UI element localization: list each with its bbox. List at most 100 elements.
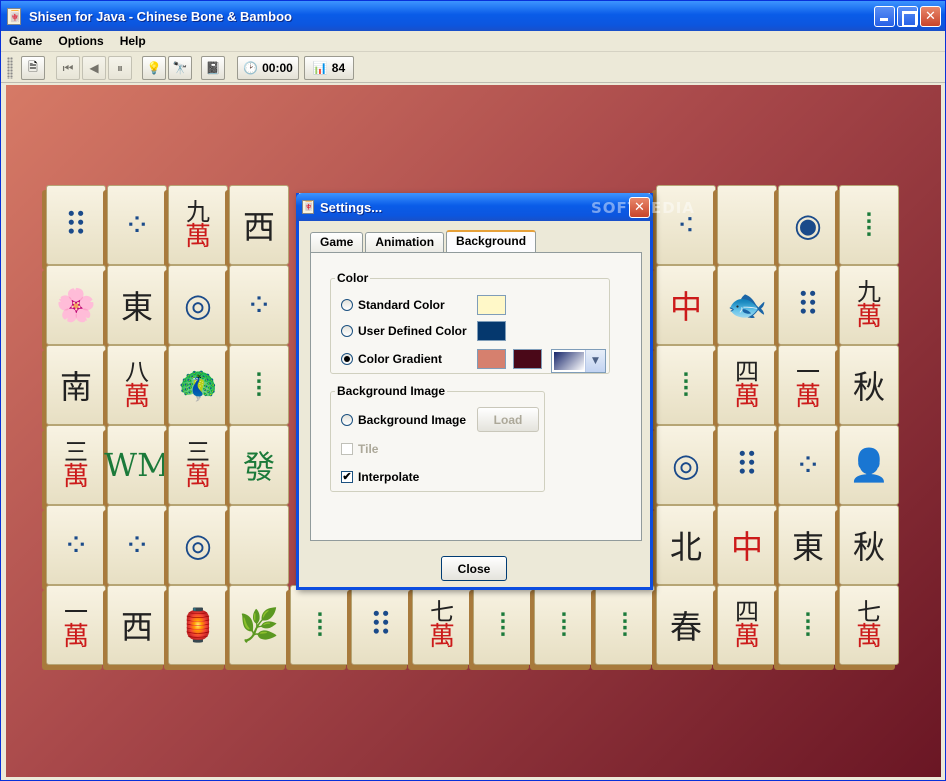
- user-color-option[interactable]: User Defined Color: [341, 324, 467, 338]
- mahjong-tile[interactable]: ⦙: [656, 345, 716, 425]
- mahjong-tile[interactable]: ⁘: [107, 185, 167, 265]
- mahjong-tile[interactable]: 中: [656, 265, 716, 345]
- gradient-color-1-swatch[interactable]: [477, 349, 506, 369]
- mahjong-tile[interactable]: ⁖: [656, 185, 716, 265]
- interpolate-checkbox[interactable]: ✔: [341, 471, 353, 483]
- mahjong-tile[interactable]: 三萬: [46, 425, 106, 505]
- mahjong-tile[interactable]: 九萬: [168, 185, 228, 265]
- mahjong-tile[interactable]: WM: [104, 425, 170, 505]
- background-image-option[interactable]: Background Image: [341, 413, 466, 427]
- mahjong-tile[interactable]: ⠿: [778, 265, 838, 345]
- gradient-radio[interactable]: [341, 353, 353, 365]
- scores-button[interactable]: 📓: [201, 56, 225, 80]
- mahjong-tile[interactable]: 東: [107, 265, 167, 345]
- mahjong-tile[interactable]: ⁘: [46, 505, 106, 585]
- mahjong-tile[interactable]: 三萬: [168, 425, 228, 505]
- tile-number: 七: [430, 598, 454, 626]
- mahjong-tile[interactable]: 北: [656, 505, 716, 585]
- toolbar-grip[interactable]: [7, 57, 13, 79]
- mahjong-tile[interactable]: 中: [717, 505, 777, 585]
- mahjong-tile[interactable]: 一萬: [46, 585, 106, 665]
- mahjong-tile[interactable]: [717, 185, 777, 265]
- user-color-radio[interactable]: [341, 325, 353, 337]
- undo-all-button[interactable]: ⏮: [56, 56, 80, 80]
- chevron-down-icon[interactable]: ▼: [585, 350, 605, 372]
- mahjong-tile[interactable]: 七萬: [412, 585, 472, 665]
- mahjong-tile[interactable]: ⠿: [351, 585, 411, 665]
- mahjong-tile[interactable]: 👤: [839, 425, 899, 505]
- hint-button[interactable]: 💡: [142, 56, 166, 80]
- mahjong-tile[interactable]: ⦙: [534, 585, 594, 665]
- new-game-button[interactable]: 🗎: [21, 56, 45, 80]
- mahjong-tile[interactable]: ⁘: [778, 425, 838, 505]
- standard-color-radio[interactable]: [341, 299, 353, 311]
- tab-game[interactable]: Game: [310, 232, 364, 252]
- close-window-button[interactable]: ✕: [920, 6, 941, 27]
- mahjong-tile[interactable]: ⦙: [290, 585, 350, 665]
- mahjong-tile[interactable]: ⦙: [839, 185, 899, 265]
- mahjong-tile[interactable]: 🌿: [229, 585, 289, 665]
- mahjong-tile[interactable]: 🐟: [717, 265, 777, 345]
- menu-game[interactable]: Game: [1, 34, 50, 48]
- mahjong-tile[interactable]: 東: [778, 505, 838, 585]
- mahjong-tile[interactable]: ⦙: [229, 345, 289, 425]
- gradient-direction-select[interactable]: ▼: [551, 349, 606, 373]
- mahjong-tile[interactable]: 一萬: [778, 345, 838, 425]
- mahjong-tile[interactable]: 西: [229, 185, 289, 265]
- gradient-option[interactable]: Color Gradient: [341, 352, 442, 366]
- mahjong-tile[interactable]: ◉: [778, 185, 838, 265]
- mahjong-tile[interactable]: 春: [656, 585, 716, 665]
- mahjong-tile[interactable]: 西: [107, 585, 167, 665]
- tile-option[interactable]: Tile: [341, 442, 378, 456]
- mahjong-tile[interactable]: 八萬: [107, 345, 167, 425]
- find-button[interactable]: 🔭: [168, 56, 192, 80]
- mahjong-tile[interactable]: ⦙: [778, 585, 838, 665]
- mahjong-tile[interactable]: 七萬: [839, 585, 899, 665]
- mahjong-tile[interactable]: 發: [229, 425, 289, 505]
- tiles-left-value: 84: [331, 61, 346, 75]
- interpolate-option[interactable]: ✔ Interpolate: [341, 470, 419, 484]
- standard-color-swatch[interactable]: [477, 295, 506, 315]
- mahjong-tile[interactable]: ◎: [656, 425, 716, 505]
- mahjong-tile[interactable]: ⁘: [107, 505, 167, 585]
- close-button[interactable]: Close: [441, 556, 507, 581]
- mahjong-tile[interactable]: ⠿: [717, 425, 777, 505]
- standard-color-option[interactable]: Standard Color: [341, 298, 445, 312]
- mahjong-tile[interactable]: 🌸: [46, 265, 106, 345]
- mahjong-tile[interactable]: 秋: [839, 345, 899, 425]
- tile-checkbox[interactable]: [341, 443, 353, 455]
- title-bar[interactable]: 🀄 Shisen for Java - Chinese Bone & Bambo…: [1, 1, 945, 31]
- mahjong-tile[interactable]: 南: [46, 345, 106, 425]
- pause-button[interactable]: ⏸: [108, 56, 132, 80]
- mahjong-tile[interactable]: 🏮: [168, 585, 228, 665]
- close-icon: ✕: [925, 9, 936, 24]
- binoculars-icon: 🔭: [172, 61, 188, 75]
- mahjong-tile[interactable]: ⦙: [473, 585, 533, 665]
- mahjong-tile[interactable]: ◎: [168, 265, 228, 345]
- mahjong-tile[interactable]: 四萬: [717, 585, 777, 665]
- undo-button[interactable]: ◀: [82, 56, 106, 80]
- mahjong-tile[interactable]: 九萬: [839, 265, 899, 345]
- mahjong-tile[interactable]: ◎: [168, 505, 228, 585]
- background-image-radio[interactable]: [341, 414, 353, 426]
- menu-help[interactable]: Help: [112, 34, 154, 48]
- maximize-button[interactable]: [897, 6, 918, 27]
- tab-background[interactable]: Background: [446, 230, 537, 252]
- minimize-button[interactable]: [874, 6, 895, 27]
- tile-face: 西: [120, 608, 153, 646]
- menu-options[interactable]: Options: [50, 34, 111, 48]
- tab-animation[interactable]: Animation: [365, 232, 445, 252]
- mahjong-tile[interactable]: 秋: [839, 505, 899, 585]
- mahjong-tile[interactable]: 🦚: [168, 345, 228, 425]
- mahjong-tile[interactable]: 四萬: [717, 345, 777, 425]
- gradient-color-2-swatch[interactable]: [513, 349, 542, 369]
- mahjong-tile[interactable]: ⦙: [595, 585, 655, 665]
- dialog-close-button[interactable]: ✕: [629, 197, 650, 218]
- load-button[interactable]: Load: [477, 407, 539, 432]
- user-color-swatch[interactable]: [477, 321, 506, 341]
- mahjong-tile[interactable]: [229, 505, 289, 585]
- mahjong-tile[interactable]: ⠿: [46, 185, 106, 265]
- mahjong-tile[interactable]: ⁘: [229, 265, 289, 345]
- tile-face: ◎: [184, 286, 212, 324]
- settings-title-bar[interactable]: 🀄 Settings... SOFTPEDIA ✕: [296, 193, 694, 221]
